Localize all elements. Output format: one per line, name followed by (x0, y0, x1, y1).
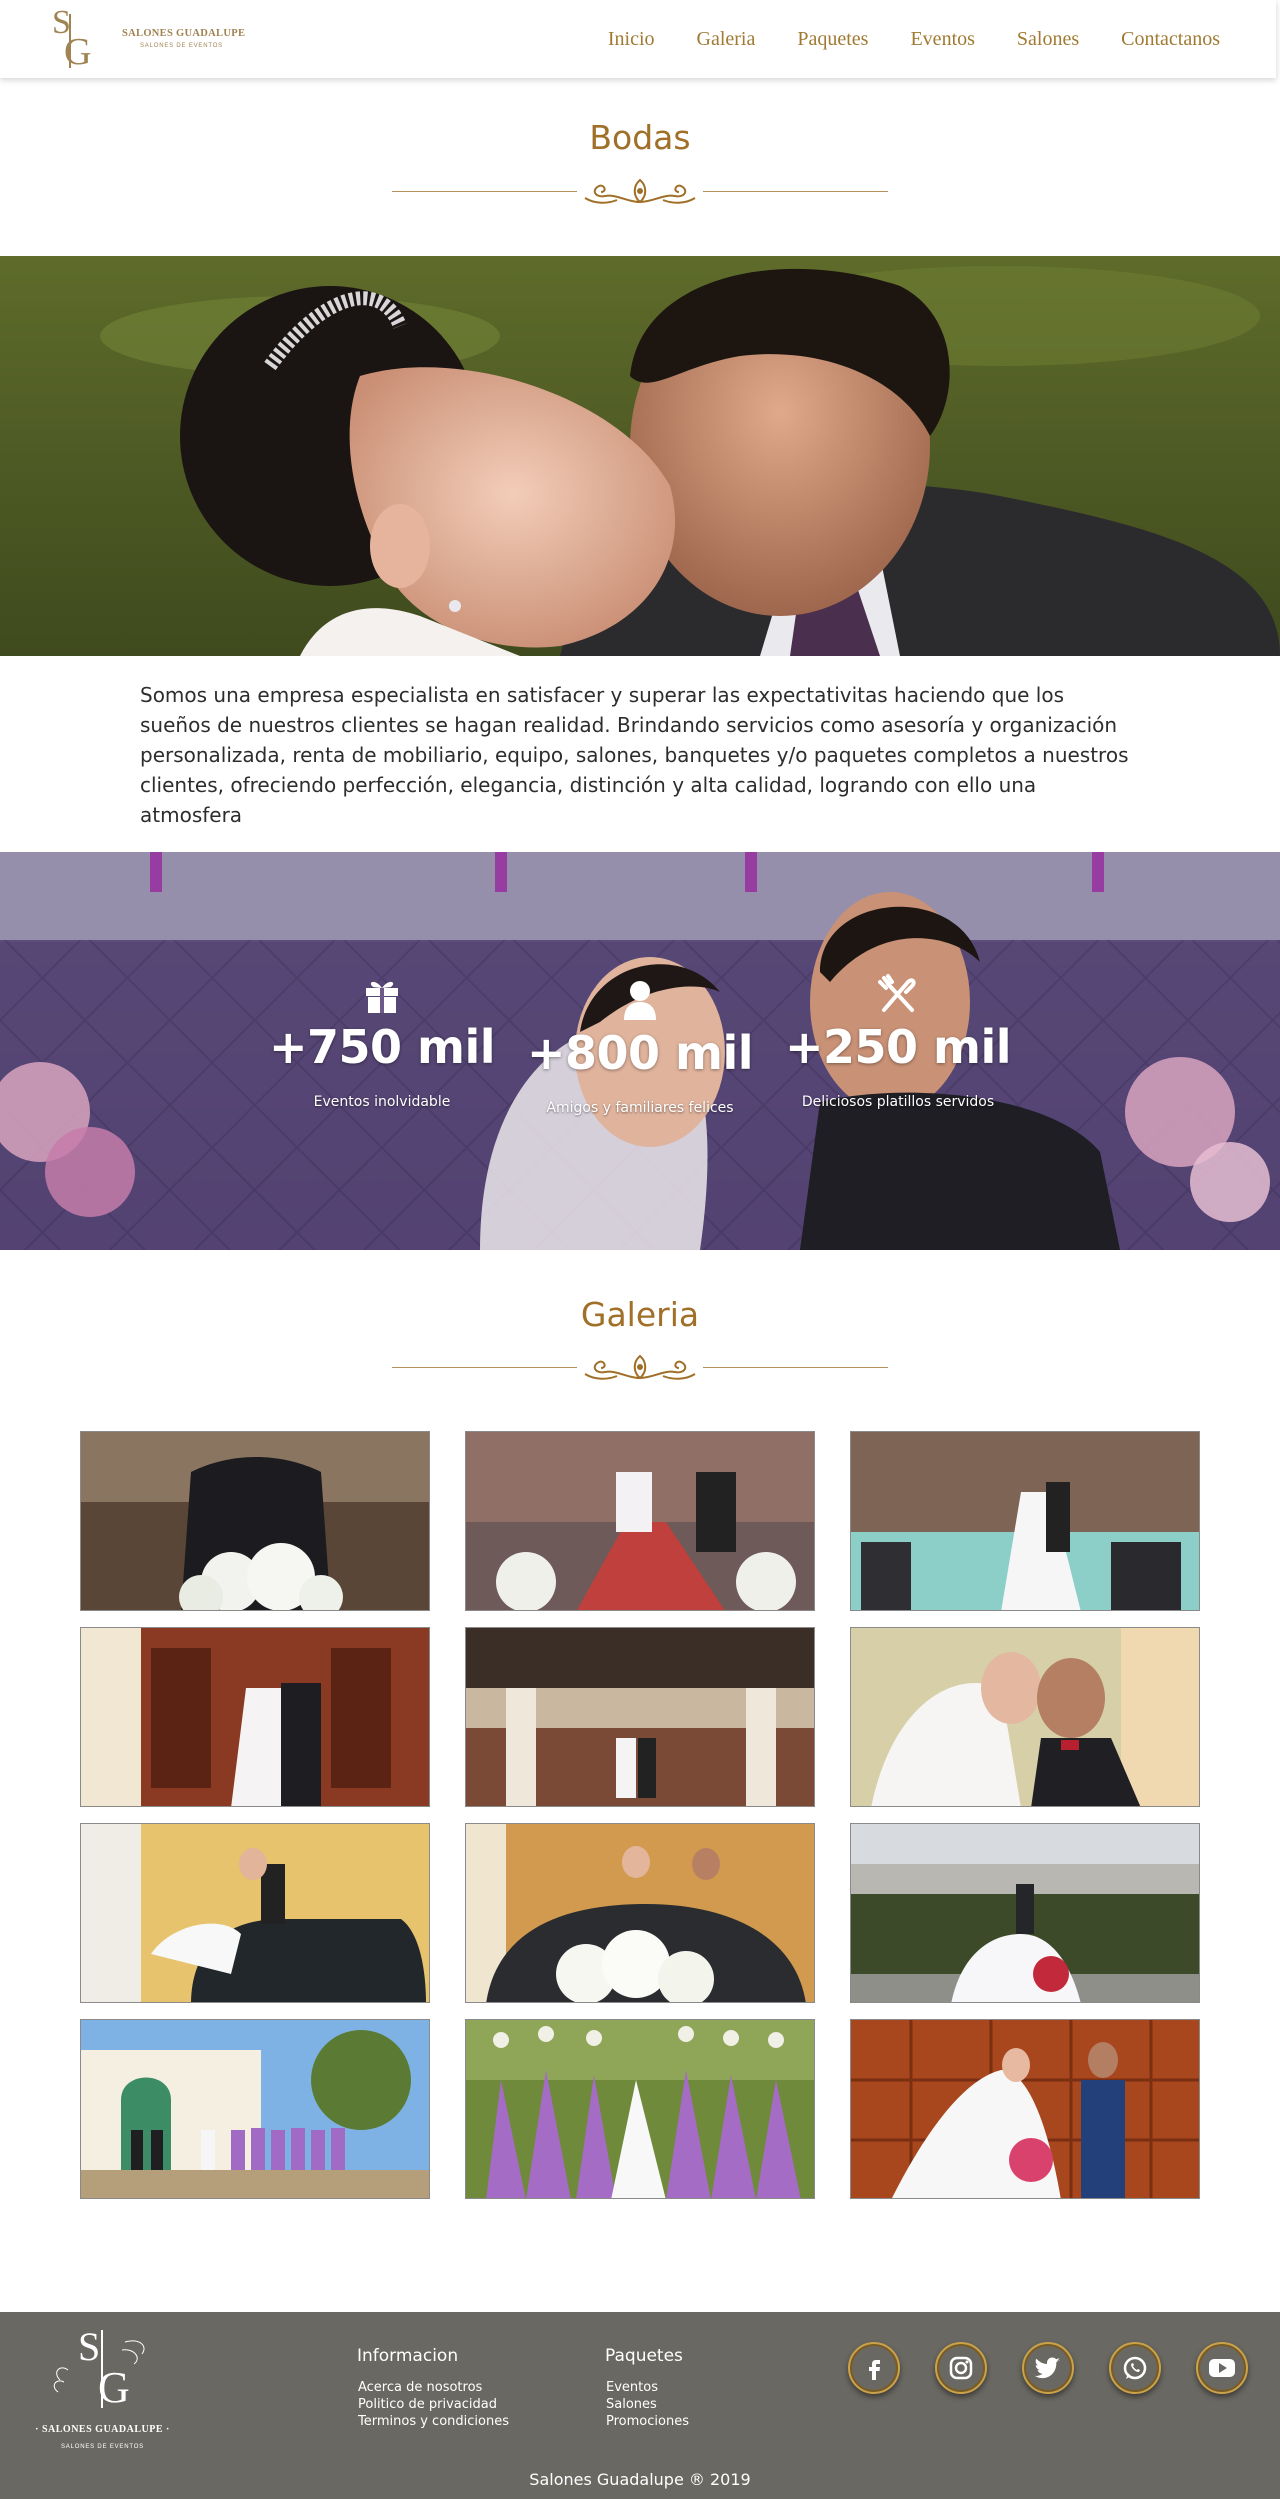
gallery-photo-4[interactable] (80, 1627, 430, 1807)
gallery-photo-2[interactable] (465, 1431, 815, 1611)
gift-icon (262, 970, 502, 1014)
site-logo[interactable]: SG SALONES GUADALUPE SALONES DE EVENTOS (34, 4, 246, 73)
footer-packages-links: Eventos Salones Promociones (606, 2379, 689, 2430)
logo-name: SALONES GUADALUPE (122, 28, 246, 39)
whatsapp-icon[interactable] (1109, 2342, 1161, 2394)
ornament-divider (392, 1350, 888, 1386)
gallery-photo-12[interactable] (850, 2019, 1200, 2199)
bodas-title: Bodas (589, 118, 691, 157)
stat-events-value: +750 mil (268, 1020, 496, 1074)
stat-guests-value: +800 mil (526, 1026, 754, 1080)
gallery-photo-5[interactable] (465, 1627, 815, 1807)
gallery-photo-10[interactable] (80, 2019, 430, 2199)
nav-paquetes[interactable]: Paquetes (797, 28, 868, 51)
stats-banner: +750 mil Eventos inolvidable +800 mil Am… (0, 852, 1280, 1250)
main-nav: Inicio Galeria Paquetes Eventos Salones … (566, 0, 1220, 78)
twitter-icon[interactable] (1022, 2342, 1074, 2394)
footer-packages-title: Paquetes (605, 2346, 683, 2366)
gallery-photo-3[interactable] (850, 1431, 1200, 1611)
stat-events-label: Eventos inolvidable (313, 1094, 451, 1110)
stat-guests-label: Amigos y familiares felices (546, 1100, 734, 1116)
footer-link-eventos[interactable]: Eventos (606, 2379, 689, 2396)
facebook-icon[interactable] (848, 2342, 900, 2394)
footer-link-promociones[interactable]: Promociones (606, 2413, 689, 2430)
nav-contactanos[interactable]: Contactanos (1121, 28, 1220, 51)
site-footer: S G · SALONES GUADALUPE · SALONES DE EVE… (0, 2312, 1280, 2499)
social-links (848, 2342, 1248, 2394)
gallery-photo-9[interactable] (850, 1823, 1200, 2003)
ornament-icon (584, 1354, 696, 1380)
stat-dishes: +250 mil Deliciosos platillos servidos (778, 970, 1018, 1110)
gallery-photo-6[interactable] (850, 1627, 1200, 1807)
galeria-title: Galeria (580, 1295, 700, 1334)
footer-logo[interactable]: S G · SALONES GUADALUPE · SALONES DE EVE… (30, 2320, 175, 2460)
instagram-icon[interactable] (935, 2342, 987, 2394)
footer-info-links: Acerca de nosotros Politico de privacida… (358, 2379, 509, 2430)
footer-logo-name: · SALONES GUADALUPE · (35, 2424, 170, 2435)
gallery-photo-7[interactable] (80, 1823, 430, 2003)
footer-info-title: Informacion (357, 2346, 459, 2366)
footer-monogram: S G (53, 2324, 145, 2412)
ornament-divider (392, 174, 888, 210)
site-header: SG SALONES GUADALUPE SALONES DE EVENTOS … (0, 0, 1276, 78)
bodas-intro-text: Somos una empresa especialista en satisf… (140, 683, 1129, 827)
ornament-icon (584, 178, 696, 204)
footer-logo-tagline: SALONES DE EVENTOS (61, 2444, 144, 2450)
gallery-photo-1[interactable] (80, 1431, 430, 1611)
stat-events: +750 mil Eventos inolvidable (262, 970, 502, 1110)
user-icon (520, 976, 760, 1020)
footer-link-terms[interactable]: Terminos y condiciones (358, 2413, 509, 2430)
stat-guests: +800 mil Amigos y familiares felices (520, 976, 760, 1116)
stat-dishes-value: +250 mil (784, 1020, 1012, 1074)
stat-dishes-label: Deliciosos platillos servidos (801, 1094, 995, 1110)
svg-text:S: S (78, 2324, 100, 2369)
nav-eventos[interactable]: Eventos (910, 28, 974, 51)
nav-inicio[interactable]: Inicio (608, 28, 655, 51)
footer-link-privacy[interactable]: Politico de privacidad (358, 2396, 509, 2413)
youtube-icon[interactable] (1196, 2342, 1248, 2394)
gallery-photo-8[interactable] (465, 1823, 815, 2003)
hero-wedding-photo (0, 256, 1280, 656)
logo-monogram: SG (52, 4, 92, 73)
nav-salones[interactable]: Salones (1017, 28, 1079, 51)
gallery-photo-11[interactable] (465, 2019, 815, 2199)
logo-tagline: SALONES DE EVENTOS (140, 43, 223, 49)
copyright-text: Salones Guadalupe ® 2019 (529, 2470, 751, 2489)
footer-link-about[interactable]: Acerca de nosotros (358, 2379, 509, 2396)
utensils-icon (778, 970, 1018, 1014)
footer-link-salones[interactable]: Salones (606, 2396, 689, 2413)
nav-galeria[interactable]: Galeria (697, 28, 756, 51)
